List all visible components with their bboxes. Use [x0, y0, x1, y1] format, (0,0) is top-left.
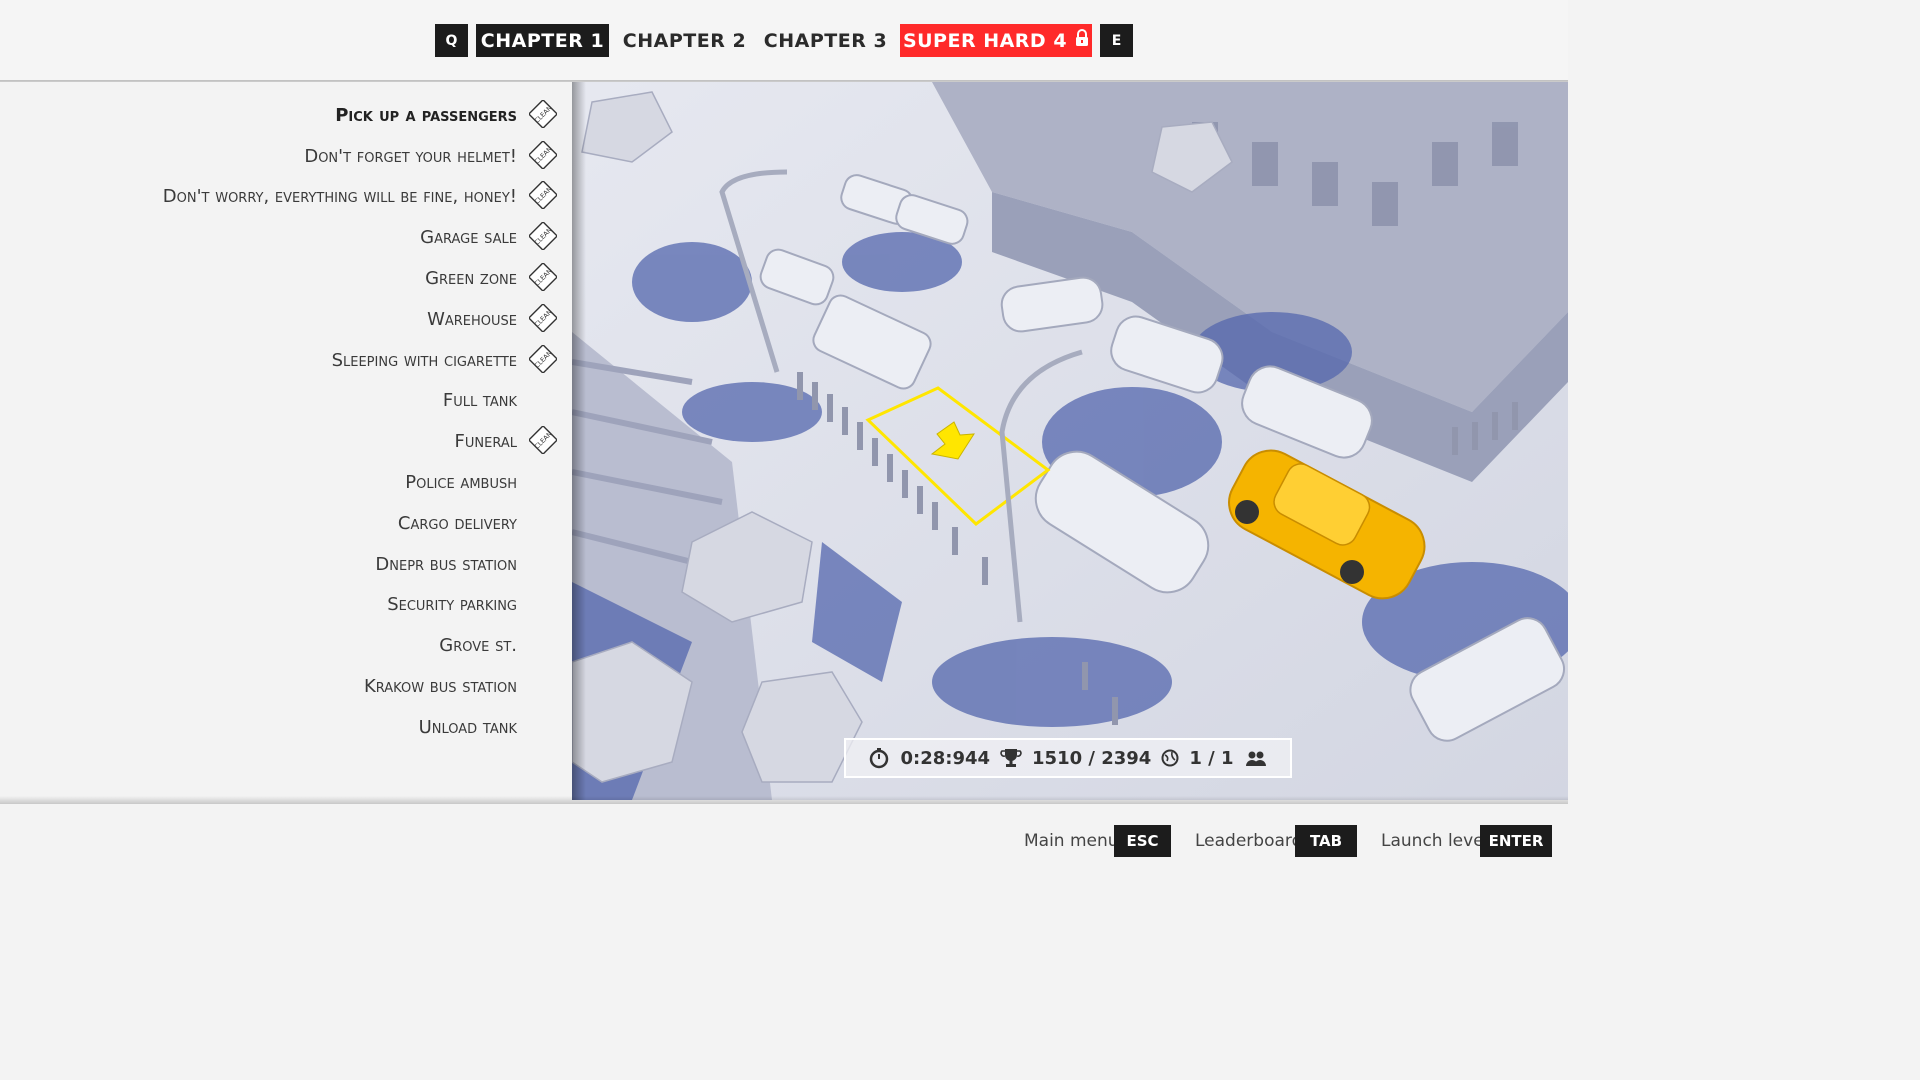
- leaderboard-button[interactable]: TAB: [1295, 825, 1357, 857]
- level-label: Green zone: [425, 267, 517, 289]
- list-item-full-tank[interactable]: Full tank: [443, 385, 517, 415]
- list-item-funeral[interactable]: Funeral: [455, 426, 517, 456]
- level-label: Full tank: [442, 389, 517, 411]
- launch-level-button[interactable]: ENTER: [1480, 825, 1552, 857]
- level-label: Warehouse: [427, 308, 517, 330]
- clean-badge-icon: CLEAN: [529, 263, 557, 291]
- level-label: Cargo delivery: [397, 512, 517, 534]
- prev-chapter-key[interactable]: Q: [435, 24, 468, 57]
- next-chapter-key[interactable]: E: [1100, 24, 1133, 57]
- level-label: Funeral: [454, 430, 517, 452]
- level-stats-hud: 0:28:944 1510 / 2394 1 / 1: [844, 738, 1292, 778]
- clean-badge-icon: CLEAN: [529, 304, 557, 332]
- best-time: 0:28:944: [900, 747, 991, 769]
- level-label: Don't worry, everything will be fine, ho…: [162, 185, 517, 207]
- passenger-count: 1 / 1: [1189, 747, 1234, 769]
- passengers-icon: [1244, 749, 1268, 767]
- chapter-bar: Q CHAPTER 1 CHAPTER 2 CHAPTER 3 SUPER HA…: [0, 0, 1568, 88]
- tab-label: CHAPTER 3: [763, 29, 888, 52]
- launch-level-label: Launch level: [1381, 831, 1489, 851]
- tab-label: CHAPTER 1: [480, 29, 605, 52]
- level-label: Don't forget your helmet!: [304, 145, 517, 167]
- tab-chapter-3[interactable]: CHAPTER 3: [759, 24, 892, 57]
- clean-badge-icon: CLEAN: [529, 426, 557, 454]
- list-item-cargo-delivery[interactable]: Cargo delivery: [398, 508, 517, 538]
- level-label: Dnepr bus station: [375, 553, 517, 575]
- level-preview: 0:28:944 1510 / 2394 1 / 1: [572, 82, 1568, 800]
- level-label: Security parking: [387, 593, 517, 615]
- globe-icon: [1161, 749, 1179, 767]
- level-label: Unload tank: [418, 716, 517, 738]
- level-label: Garage sale: [420, 226, 517, 248]
- level-label: Police ambush: [405, 471, 517, 493]
- list-item-krakow-bus-station[interactable]: Krakow bus station: [364, 671, 517, 701]
- level-label: Pick up a passengers: [335, 104, 517, 126]
- clean-badge-icon: CLEAN: [529, 141, 557, 169]
- trophy-icon: [1000, 747, 1022, 769]
- level-list: Pick up a passengers Don't forget your h…: [0, 82, 572, 800]
- list-item-grove-st[interactable]: Grove st.: [439, 630, 517, 660]
- lock-icon: [1075, 29, 1089, 52]
- leaderboard-label: Leaderboard: [1195, 831, 1303, 851]
- main-menu-button[interactable]: ESC: [1114, 825, 1171, 857]
- level-label: Sleeping with cigarette: [331, 349, 517, 371]
- tab-label: CHAPTER 2: [622, 29, 747, 52]
- clean-badge-icon: CLEAN: [529, 100, 557, 128]
- level-preview-scene: [572, 82, 1568, 800]
- list-item-police-ambush[interactable]: Police ambush: [405, 467, 517, 497]
- clean-badge-icon: CLEAN: [529, 345, 557, 373]
- list-item-green-zone[interactable]: Green zone: [425, 263, 517, 293]
- stopwatch-icon: [868, 747, 890, 769]
- list-item-security-parking[interactable]: Security parking: [387, 589, 517, 619]
- list-item-dont-worry[interactable]: Don't worry, everything will be fine, ho…: [163, 181, 517, 211]
- clean-badge-icon: CLEAN: [529, 222, 557, 250]
- list-item-dnepr-bus-station[interactable]: Dnepr bus station: [375, 549, 517, 579]
- score: 1510 / 2394: [1032, 747, 1152, 769]
- tab-chapter-2[interactable]: CHAPTER 2: [618, 24, 751, 57]
- tab-super-hard-4[interactable]: SUPER HARD 4: [900, 24, 1092, 57]
- list-item-dont-forget-helmet[interactable]: Don't forget your helmet!: [304, 141, 517, 171]
- list-item-garage-sale[interactable]: Garage sale: [420, 222, 517, 252]
- tab-chapter-1[interactable]: CHAPTER 1: [476, 24, 609, 57]
- list-item-warehouse[interactable]: Warehouse: [427, 304, 517, 334]
- key-hints-bar: Main menu ESC Leaderboard TAB Launch lev…: [0, 796, 1568, 882]
- main-menu-label: Main menu: [1024, 831, 1119, 851]
- level-label: Grove st.: [439, 634, 517, 656]
- list-item-unload-tank[interactable]: Unload tank: [419, 712, 517, 742]
- tab-label: SUPER HARD 4: [902, 29, 1068, 52]
- list-item-pick-up-passengers[interactable]: Pick up a passengers: [335, 100, 517, 130]
- level-label: Krakow bus station: [363, 675, 517, 697]
- clean-badge-icon: CLEAN: [529, 181, 557, 209]
- list-item-sleeping-cigarette[interactable]: Sleeping with cigarette: [332, 345, 517, 375]
